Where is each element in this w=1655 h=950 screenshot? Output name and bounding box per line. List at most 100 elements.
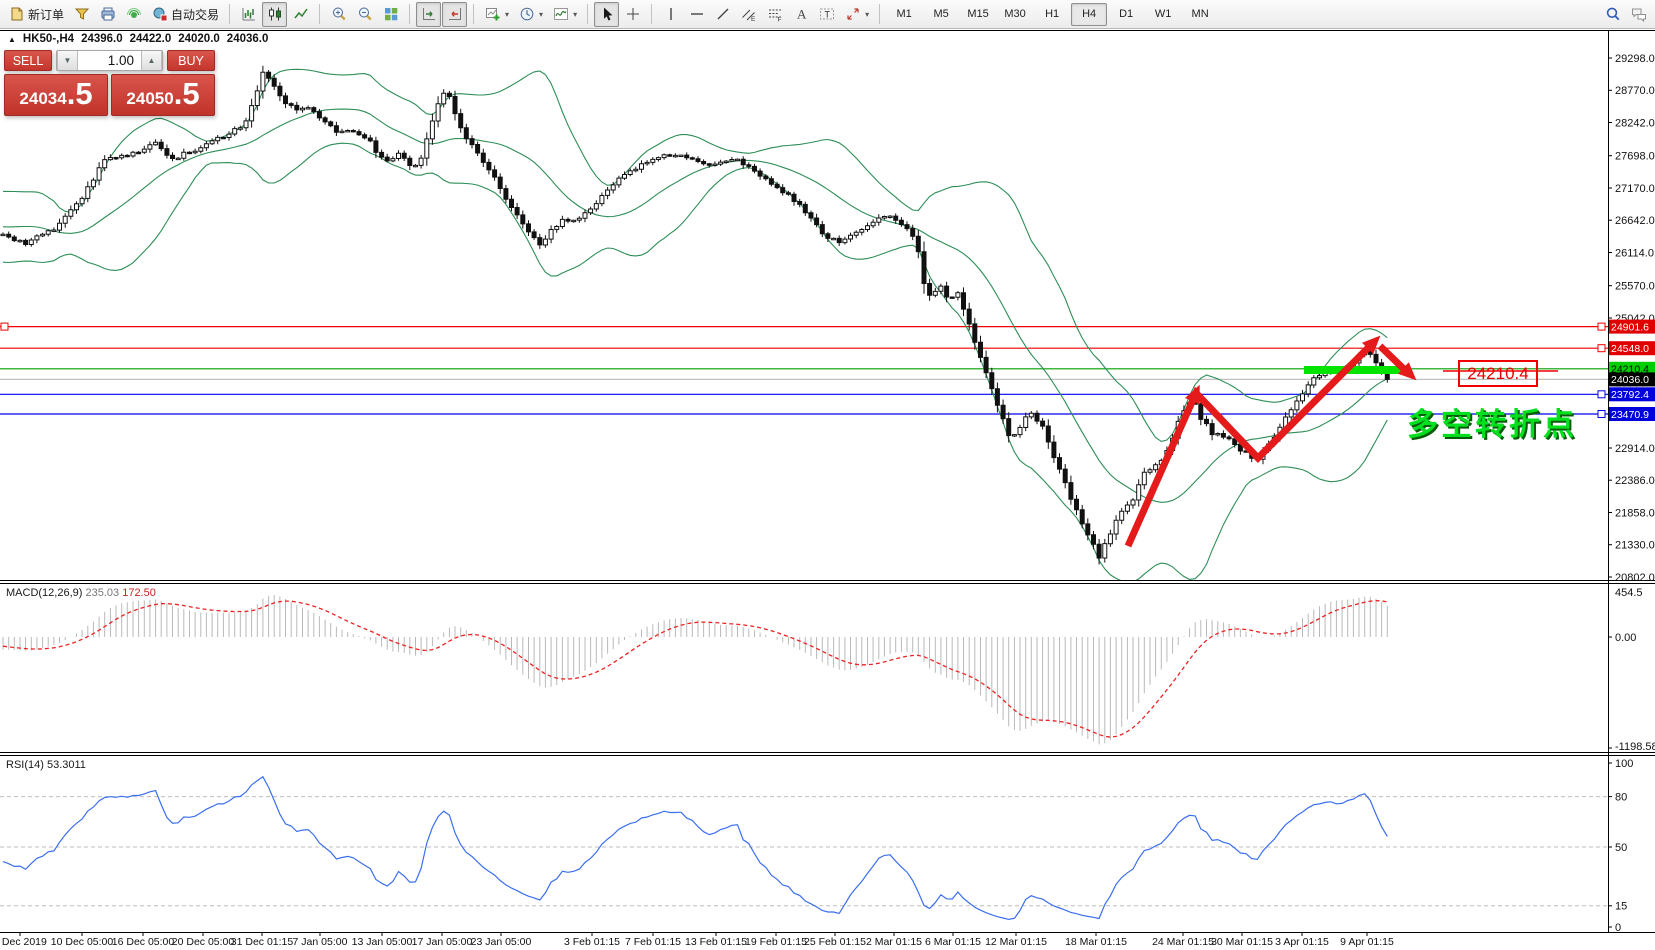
ohlc-high: 24422.0 [130,33,172,45]
tile-icon [382,6,399,23]
timeframe-m15-button[interactable]: M15 [960,3,996,26]
toolbar-separator [587,4,588,24]
text-button[interactable]: A [788,2,813,27]
text-label-button[interactable]: T [814,2,839,27]
candle-chart-button[interactable] [262,2,287,27]
ohlc-open: 24396.0 [81,33,123,45]
svg-text:25570.0: 25570.0 [1615,281,1655,293]
buy-button[interactable]: BUY [167,50,215,71]
svg-text:80: 80 [1615,791,1627,803]
price-callout[interactable]: 24210.4 [1458,360,1538,387]
chevron-down-icon[interactable]: ▾ [539,10,543,19]
signal-icon[interactable] [121,2,146,27]
timeframe-h1-button[interactable]: H1 [1034,3,1070,26]
time-label: 3 Apr 01:15 [1275,936,1329,948]
timeframe-h4-button[interactable]: H4 [1071,3,1107,26]
chart-canvas: 29298.028770.028242.027698.027170.026642… [0,0,1655,950]
timeframe-m1-button[interactable]: M1 [886,3,922,26]
trendline-button[interactable] [710,2,735,27]
timeframe-w1-button[interactable]: W1 [1145,3,1181,26]
svg-text:100: 100 [1615,758,1633,770]
volume-decrease-icon[interactable]: ▼ [57,51,78,70]
linechart-icon [292,6,309,23]
volume-increase-icon[interactable]: ▲ [141,51,162,70]
time-label: 12 Mar 01:15 [985,936,1047,948]
neworder-icon [8,6,25,23]
time-label: 7 Jan 05:00 [293,936,348,948]
volume-value[interactable]: 1.00 [78,51,141,70]
trend-icon [714,6,731,23]
chevron-down-icon[interactable]: ▾ [865,10,869,19]
time-label: 18 Mar 01:15 [1065,936,1127,948]
chevron-down-icon[interactable]: ▾ [573,10,577,19]
tile-windows-button[interactable] [378,2,403,27]
chevron-down-icon[interactable]: ▾ [505,10,509,19]
svg-text:0: 0 [1615,922,1621,934]
chart-ohlc-header: ▲ HK50-,H4 24396.0 24422.0 24020.0 24036… [8,33,268,45]
fibonacci-button[interactable]: F [762,2,787,27]
print-chart-icon[interactable] [95,2,120,27]
clock-icon [518,6,535,23]
shapes-button[interactable]: ▾ [840,2,873,27]
history-funnel-icon[interactable] [69,2,94,27]
bar-chart-button[interactable] [236,2,261,27]
timeframe-m5-button[interactable]: M5 [923,3,959,26]
new-order-button[interactable]: 新订单 [4,2,68,27]
periods-button[interactable]: ▾ [514,2,547,27]
sell-price-main: 24034 [19,82,66,116]
svg-text:29298.0: 29298.0 [1615,53,1655,65]
time-label: 19 Feb 01:15 [745,936,807,948]
time-label: 3 Feb 01:15 [564,936,620,948]
volume-stepper[interactable]: ▼ 1.00 ▲ [56,50,163,71]
chart-shift-button[interactable] [442,2,467,27]
zoom-out-button[interactable] [352,2,377,27]
bollinger-lower [3,143,1387,582]
funnel-icon [73,6,90,23]
toolbar-separator [409,4,410,24]
crosshair-button[interactable] [620,2,645,27]
new-chart-button[interactable]: ▾ [480,2,513,27]
sell-button[interactable]: SELL [4,50,52,71]
buy-price-frac: .5 [174,77,200,111]
chat-icon[interactable] [1626,2,1651,27]
mt-terminal-window: 新订单 自动交易 ▾ ▾ ▾ EFAT ▾ M1M5M15M30H1H4D1W1MN ▲ HK… [0,0,1655,950]
vertical-line-button[interactable] [658,2,683,27]
sell-price-tile[interactable]: 24034.5 [4,74,108,116]
svg-text:28770.0: 28770.0 [1615,85,1655,97]
fibo-icon: F [766,6,783,23]
indicators-button[interactable]: ▾ [548,2,581,27]
timeframe-mn-button[interactable]: MN [1182,3,1218,26]
svg-text:50: 50 [1615,842,1627,854]
one-click-trading-panel: SELL ▼ 1.00 ▲ BUY 24034.5 24050.5 [4,50,215,116]
macd-signal-line [3,601,1387,737]
line-chart-button[interactable] [288,2,313,27]
rsi-axis: 1008050150 [1608,758,1633,934]
cursor-button[interactable] [594,2,619,27]
auto-scroll-button[interactable] [416,2,441,27]
buy-price-main: 24050 [126,82,173,116]
zoom-in-button[interactable] [326,2,351,27]
price-badge: 24901.6 [1611,321,1649,333]
textA-icon: A [792,6,809,23]
timeframe-d1-button[interactable]: D1 [1108,3,1144,26]
svg-text:-1198.58: -1198.58 [1615,741,1655,753]
cursor-icon [598,6,615,23]
collapse-panel-icon[interactable]: ▲ [8,35,16,44]
horizontal-line-button[interactable] [684,2,709,27]
macd-indicator-label: MACD(12,26,9) 235.03 172.50 [6,587,156,599]
buy-price-tile[interactable]: 24050.5 [111,74,215,116]
svg-text:27698.0: 27698.0 [1615,151,1655,163]
sell-price-frac: .5 [67,77,93,111]
turning-point-label[interactable]: 多空转折点 [1407,399,1577,444]
autotrade-button[interactable]: 自动交易 [147,2,223,27]
macd-histogram [3,595,1387,744]
signal-icon [125,6,142,23]
autoscroll-icon [420,6,437,23]
svg-text:0.00: 0.00 [1615,632,1636,644]
svg-text:26642.0: 26642.0 [1615,215,1655,227]
search-icon[interactable] [1600,2,1625,27]
channel-button[interactable]: E [736,2,761,27]
svg-text:27170.0: 27170.0 [1615,183,1655,195]
svg-text:21330.0: 21330.0 [1615,540,1655,552]
timeframe-m30-button[interactable]: M30 [997,3,1033,26]
